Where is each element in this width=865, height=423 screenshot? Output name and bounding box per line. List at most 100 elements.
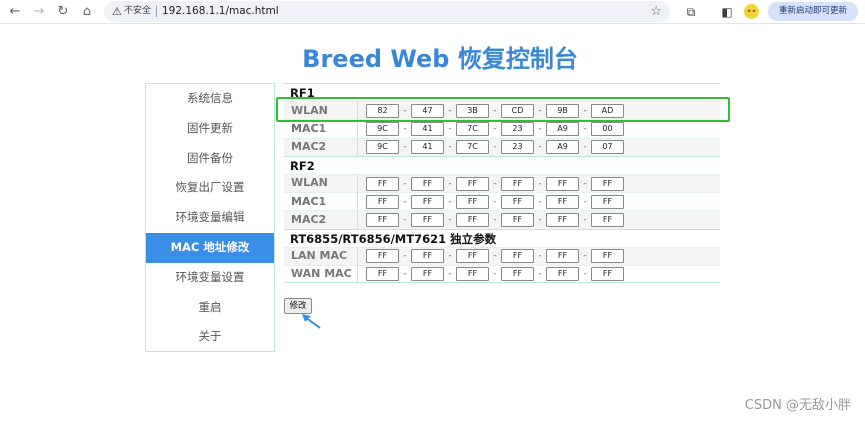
mac-octet-input[interactable]: FF	[366, 176, 399, 191]
mac-octet-input[interactable]: FF	[591, 249, 624, 264]
mac-octet-input[interactable]: 9C	[366, 121, 399, 136]
mac-octet-input[interactable]: FF	[456, 249, 489, 264]
octet-separator: -	[448, 178, 452, 189]
mac-octet-input[interactable]: FF	[501, 266, 534, 281]
mac-octet-input[interactable]: FF	[411, 266, 444, 281]
url-text[interactable]: 192.168.1.1/mac.html	[162, 1, 279, 22]
mac-row-label: MAC1	[284, 119, 358, 139]
mac-octet-input[interactable]: FF	[591, 212, 624, 227]
mac-octet-input[interactable]: FF	[591, 266, 624, 281]
mac-row-label: MAC2	[284, 138, 358, 157]
mac-octet-input[interactable]: A9	[546, 121, 579, 136]
mac-octet-input[interactable]: CD	[501, 103, 534, 118]
mac-octet-fields: FF - FF - FF - FF - FF - FF	[358, 176, 624, 191]
extensions-puzzle-icon[interactable]: ⧉	[682, 3, 700, 21]
mac-octet-input[interactable]: A9	[546, 140, 579, 155]
octet-separator: -	[448, 123, 452, 134]
mac-octet-input[interactable]: FF	[591, 194, 624, 209]
octet-separator: -	[448, 105, 452, 116]
mac-octet-input[interactable]: FF	[411, 212, 444, 227]
sidebar-item[interactable]: 固件更新	[146, 114, 274, 144]
mac-octet-input[interactable]: FF	[456, 194, 489, 209]
octet-separator: -	[538, 105, 542, 116]
mac-octet-input[interactable]: 9B	[546, 103, 579, 118]
mac-octet-input[interactable]: 23	[501, 121, 534, 136]
sidebar-item[interactable]: 环境变量设置	[146, 263, 274, 293]
octet-separator: -	[538, 251, 542, 262]
octet-separator: -	[493, 214, 497, 225]
mac-octet-input[interactable]: FF	[366, 194, 399, 209]
reload-icon[interactable]: ↻	[54, 3, 72, 21]
mac-row: MAC2 FF - FF - FF - FF - FF - FF	[284, 210, 720, 229]
octet-separator: -	[403, 268, 407, 279]
section-heading: RF1	[284, 83, 720, 101]
mac-octet-input[interactable]: FF	[546, 266, 579, 281]
mac-octet-input[interactable]: 41	[411, 121, 444, 136]
octet-separator: -	[493, 178, 497, 189]
octet-separator: -	[493, 105, 497, 116]
mac-octet-input[interactable]: 23	[501, 140, 534, 155]
mac-octet-input[interactable]: 47	[411, 103, 444, 118]
sidebar-item[interactable]: 关于	[146, 322, 274, 352]
sidebar-item[interactable]: 恢复出厂设置	[146, 173, 274, 203]
octet-separator: -	[538, 268, 542, 279]
mac-octet-input[interactable]: FF	[546, 249, 579, 264]
back-arrow-icon[interactable]: ←	[6, 3, 24, 21]
mac-octet-input[interactable]: FF	[501, 249, 534, 264]
watermark-text: CSDN @无敌小胖	[744, 398, 851, 413]
mac-octet-input[interactable]: 9C	[366, 140, 399, 155]
octet-separator: -	[493, 251, 497, 262]
mac-octet-input[interactable]: 7C	[456, 121, 489, 136]
mac-octet-input[interactable]: FF	[366, 266, 399, 281]
bookmark-star-icon[interactable]: ☆	[650, 1, 662, 22]
profile-avatar-icon[interactable]: ••	[744, 4, 759, 19]
octet-separator: -	[583, 268, 587, 279]
mac-row-label: MAC1	[284, 192, 358, 211]
mac-octet-input[interactable]: 3B	[456, 103, 489, 118]
octet-separator: -	[583, 105, 587, 116]
home-icon[interactable]: ⌂	[78, 3, 96, 21]
mac-octet-input[interactable]: FF	[501, 212, 534, 227]
octet-separator: -	[538, 196, 542, 207]
octet-separator: -	[403, 196, 407, 207]
side-panel-icon[interactable]: ◧	[718, 3, 736, 21]
sidebar-item[interactable]: 固件备份	[146, 144, 274, 174]
mac-octet-input[interactable]: 7C	[456, 140, 489, 155]
mac-octet-input[interactable]: 00	[591, 121, 624, 136]
sidebar-item[interactable]: MAC 地址修改	[146, 232, 274, 263]
mac-octet-input[interactable]: FF	[501, 194, 534, 209]
sidebar-item[interactable]: 系统信息	[146, 84, 274, 114]
mac-row: MAC1 FF - FF - FF - FF - FF - FF	[284, 192, 720, 211]
mac-octet-input[interactable]: FF	[411, 194, 444, 209]
warning-triangle-icon: ⚠	[112, 5, 122, 18]
sidebar-item[interactable]: 环境变量编辑	[146, 203, 274, 233]
mac-octet-input[interactable]: AD	[591, 103, 624, 118]
restart-to-update-button[interactable]: 重新启动即可更新	[768, 2, 858, 21]
mac-octet-fields: FF - FF - FF - FF - FF - FF	[358, 194, 624, 209]
mac-octet-input[interactable]: 07	[591, 140, 624, 155]
security-label[interactable]: 不安全	[124, 1, 151, 22]
mac-octet-input[interactable]: FF	[501, 176, 534, 191]
octet-separator: -	[538, 178, 542, 189]
mac-octet-input[interactable]: FF	[546, 194, 579, 209]
address-bar[interactable]: ⚠ 不安全 192.168.1.1/mac.html ☆	[104, 1, 670, 22]
mac-octet-input[interactable]: FF	[456, 212, 489, 227]
mac-octet-input[interactable]: FF	[411, 176, 444, 191]
mac-octet-input[interactable]: 41	[411, 140, 444, 155]
mac-octet-input[interactable]: FF	[546, 176, 579, 191]
mac-octet-fields: 9C -41-7C -23- A9-07	[358, 140, 624, 155]
mac-octet-input[interactable]: FF	[591, 176, 624, 191]
mac-row: MAC1 9C -41-7C -23- A9-00	[284, 119, 720, 139]
mac-octet-input[interactable]: FF	[366, 249, 399, 264]
mac-octet-input[interactable]: FF	[456, 266, 489, 281]
sidebar-item[interactable]: 重启	[146, 293, 274, 323]
mac-row-label: WLAN MAC	[284, 101, 358, 135]
forward-arrow-icon[interactable]: →	[30, 3, 48, 21]
sidebar-menu: 系统信息 固件更新 固件备份 恢复出厂设置 环境变量编辑 MAC 地址修改 环境变量设置 重启…	[145, 83, 275, 352]
mac-octet-input[interactable]: FF	[411, 249, 444, 264]
mac-octet-input[interactable]: FF	[366, 212, 399, 227]
mac-octet-input[interactable]: FF	[546, 212, 579, 227]
octet-separator: -	[493, 268, 497, 279]
mac-octet-input[interactable]: 82	[366, 103, 399, 118]
mac-octet-input[interactable]: FF	[456, 176, 489, 191]
